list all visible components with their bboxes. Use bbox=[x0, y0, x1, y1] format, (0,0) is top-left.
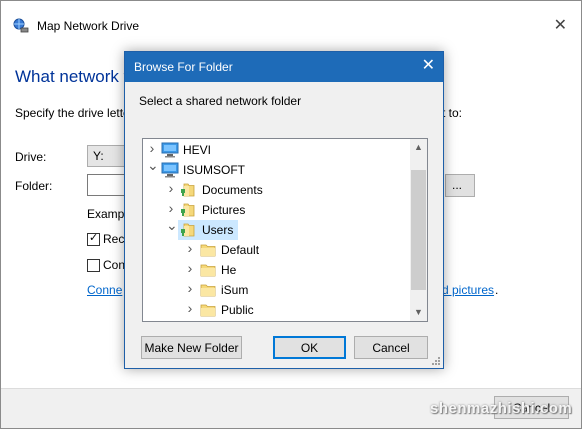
tree-item-label: Documents bbox=[202, 183, 263, 197]
tree-item-users[interactable]: ⌄ Users bbox=[143, 217, 411, 241]
scrollbar-thumb[interactable] bbox=[411, 170, 426, 290]
drive-select[interactable]: Y: bbox=[87, 145, 127, 167]
chevron-right-icon[interactable]: › bbox=[185, 280, 195, 296]
dialog-title: Browse For Folder bbox=[134, 60, 233, 74]
shared-folder-icon bbox=[180, 202, 198, 221]
chevron-right-icon[interactable]: › bbox=[185, 300, 195, 316]
link-period: . bbox=[495, 283, 499, 297]
browse-button[interactable]: ... bbox=[445, 174, 475, 197]
folder-icon bbox=[199, 242, 217, 261]
vertical-scrollbar[interactable]: ▲ ▼ bbox=[410, 139, 427, 321]
tree-item-default[interactable]: › Default bbox=[143, 240, 411, 260]
drive-label: Drive: bbox=[15, 150, 47, 164]
folder-tree[interactable]: › HEVI ⌄ ISUMSOFT › Documents › Pictures ⌄ Users ›… bbox=[142, 138, 428, 322]
page-heading: What network fo bbox=[15, 67, 138, 86]
tree-item-public[interactable]: › Public bbox=[143, 300, 411, 320]
folder-label: Folder: bbox=[15, 179, 53, 193]
dialog-title-bar: Browse For Folder ✕ bbox=[125, 52, 443, 82]
ok-button[interactable]: OK bbox=[273, 336, 346, 359]
tree-item-documents[interactable]: › Documents bbox=[143, 180, 411, 200]
scroll-down-icon[interactable]: ▼ bbox=[410, 304, 427, 321]
chevron-right-icon[interactable]: › bbox=[185, 260, 195, 276]
title-bar: Map Network Drive ✕ bbox=[1, 1, 581, 49]
tree-item-label: ISUMSOFT bbox=[183, 163, 245, 177]
watermark: shenmazhishi.com bbox=[430, 400, 573, 417]
tree-item-pictures[interactable]: › Pictures bbox=[143, 200, 411, 220]
network-drive-icon bbox=[13, 18, 29, 34]
folder-icon bbox=[199, 302, 217, 321]
resize-grip-icon[interactable] bbox=[431, 356, 441, 366]
chevron-down-icon[interactable]: ⌄ bbox=[166, 217, 178, 234]
computer-icon bbox=[161, 142, 179, 161]
tree-item-label: He bbox=[221, 263, 237, 277]
browse-for-folder-dialog: Browse For Folder ✕ Select a shared netw… bbox=[124, 51, 444, 369]
close-icon[interactable]: ✕ bbox=[422, 57, 435, 75]
shared-folder-icon bbox=[180, 182, 198, 201]
close-icon[interactable]: ✕ bbox=[554, 15, 567, 35]
tree-item-label: HEVI bbox=[183, 143, 212, 157]
tree-item-isum[interactable]: › iSum bbox=[143, 280, 411, 300]
folder-icon bbox=[199, 262, 217, 281]
window-title: Map Network Drive bbox=[37, 19, 140, 33]
pictures-link[interactable]: d pictures bbox=[442, 283, 494, 297]
tree-item-label: Public bbox=[221, 303, 254, 317]
chevron-down-icon[interactable]: ⌄ bbox=[147, 157, 159, 174]
make-new-folder-button[interactable]: Make New Folder bbox=[141, 336, 242, 359]
shared-folder-icon bbox=[180, 222, 198, 241]
tree-item-isumsoft[interactable]: ⌄ ISUMSOFT bbox=[143, 157, 411, 181]
chevron-right-icon[interactable]: › bbox=[147, 140, 157, 156]
chevron-right-icon[interactable]: › bbox=[166, 200, 176, 216]
chevron-right-icon[interactable]: › bbox=[185, 240, 195, 256]
description-text: Specify the drive lette bbox=[15, 106, 130, 120]
tree-item-label: Users bbox=[202, 223, 234, 237]
reconnect-checkbox[interactable] bbox=[87, 231, 100, 246]
tree-item-label: Pictures bbox=[202, 203, 246, 217]
tree-item-label: iSum bbox=[221, 283, 249, 297]
example-text: Exampl bbox=[87, 207, 128, 221]
scroll-up-icon[interactable]: ▲ bbox=[410, 139, 427, 156]
description-text-tail: t to: bbox=[442, 106, 463, 120]
credentials-checkbox[interactable] bbox=[87, 259, 100, 272]
tree-item-hevi[interactable]: › HEVI bbox=[143, 140, 411, 160]
credentials-label: Con bbox=[103, 258, 126, 272]
folder-input[interactable] bbox=[87, 174, 127, 196]
connect-link[interactable]: Conne bbox=[87, 283, 122, 297]
tree-item-label: Default bbox=[221, 243, 260, 257]
chevron-right-icon[interactable]: › bbox=[166, 180, 176, 196]
cancel-button[interactable]: Cancel bbox=[354, 336, 428, 359]
tree-item-he[interactable]: › He bbox=[143, 260, 411, 280]
folder-icon bbox=[199, 282, 217, 301]
computer-icon bbox=[161, 162, 179, 181]
dialog-instruction: Select a shared network folder bbox=[139, 94, 302, 108]
